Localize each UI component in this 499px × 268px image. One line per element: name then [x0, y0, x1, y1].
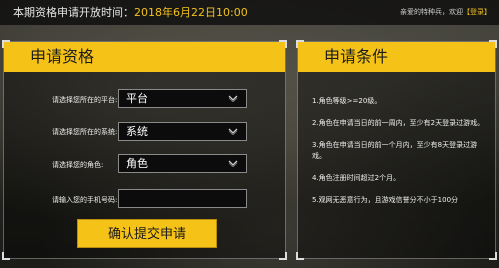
- open-time-notice: 本期资格申请开放时间：2018年6月22日10:00: [13, 0, 248, 25]
- welcome-text: 亲爱的特种兵，欢迎: [400, 8, 463, 16]
- phone-label: 请输入您的手机号码:: [52, 196, 118, 204]
- role-select[interactable]: 角色: [118, 154, 247, 173]
- conditions-panel-title: 申请条件: [298, 42, 495, 72]
- condition-item: 5.观网无恶意行为，且游戏信誉分不小于100分: [312, 196, 459, 204]
- chevron-down-icon: [228, 160, 238, 167]
- conditions-panel: 申请条件 1.角色等级>=20级。 2.角色在申请当日的前一周内，至少有2天登录…: [296, 40, 497, 260]
- corner-decoration: [2, 252, 10, 260]
- chevron-down-icon: [228, 128, 238, 135]
- system-value: 系统: [126, 125, 148, 138]
- chevron-down-icon: [228, 95, 238, 102]
- role-label: 请选择您的角色:: [52, 161, 104, 169]
- top-bar: 本期资格申请开放时间：2018年6月22日10:00 亲爱的特种兵，欢迎【登录】: [0, 0, 499, 25]
- condition-item: 4.角色注册时间超过2个月。: [312, 174, 401, 182]
- corner-decoration: [489, 252, 497, 260]
- welcome-area: 亲爱的特种兵，欢迎【登录】: [400, 0, 491, 25]
- corner-decoration: [279, 252, 287, 260]
- notice-prefix: 本期资格申请开放时间：: [13, 6, 134, 19]
- role-value: 角色: [126, 157, 148, 170]
- conditions-list: 1.角色等级>=20级。 2.角色在申请当日的前一周内，至少有2天登录过游戏。 …: [312, 96, 488, 217]
- condition-item: 2.角色在申请当日的前一周内，至少有2天登录过游戏。: [312, 119, 485, 127]
- phone-input[interactable]: [118, 189, 247, 208]
- submit-application-button[interactable]: 确认提交申请: [77, 219, 217, 248]
- corner-decoration: [296, 252, 304, 260]
- condition-item: 3.角色在申请当日的前一个月内，至少有8天登录过游戏。: [312, 141, 478, 160]
- system-label: 请选择您所在的系统:: [52, 128, 118, 136]
- condition-item: 1.角色等级>=20级。: [312, 97, 382, 105]
- platform-value: 平台: [126, 92, 148, 105]
- login-link[interactable]: 【登录】: [463, 8, 491, 16]
- notice-date: 2018年6月22日10:00: [134, 6, 248, 19]
- platform-label: 请选择您所在的平台:: [52, 96, 118, 104]
- apply-panel-title: 申请资格: [4, 42, 285, 72]
- platform-select[interactable]: 平台: [118, 89, 247, 108]
- apply-panel: 申请资格 请选择您所在的平台: 平台 请选择您所在的系统: 系统 请选择您的角色…: [2, 40, 287, 260]
- system-select[interactable]: 系统: [118, 122, 247, 141]
